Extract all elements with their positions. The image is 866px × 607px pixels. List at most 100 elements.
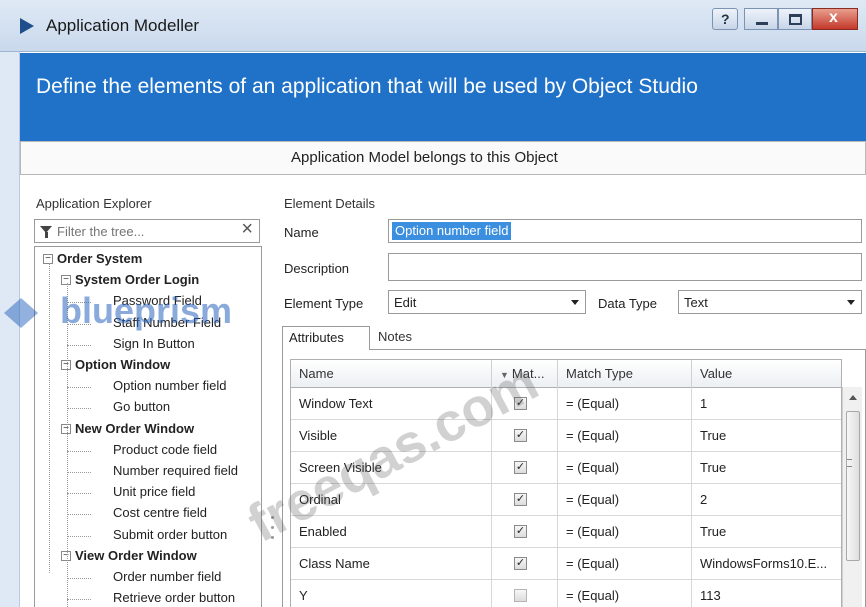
- match-cell: ✓: [491, 420, 557, 452]
- element-type-select[interactable]: Edit: [388, 290, 586, 314]
- tree-node-item[interactable]: Sign In Button: [113, 336, 195, 351]
- tree-node-group[interactable]: View Order Window: [75, 548, 197, 563]
- scroll-grip-icon: [847, 459, 852, 467]
- tree-node-item[interactable]: Option number field: [113, 378, 226, 393]
- collapse-icon[interactable]: −: [43, 254, 53, 264]
- match-checkbox[interactable]: ✓: [514, 525, 527, 538]
- tree-node-item[interactable]: Order number field: [113, 569, 221, 584]
- value-cell[interactable]: True: [691, 452, 841, 484]
- scroll-up-icon[interactable]: [849, 395, 857, 400]
- attribute-name-cell: Y: [299, 588, 308, 603]
- match-checkbox[interactable]: ✓: [514, 557, 527, 570]
- scroll-thumb[interactable]: [846, 411, 860, 561]
- filter-icon-stem: [45, 232, 48, 238]
- minimize-icon: [756, 22, 768, 25]
- data-type-select[interactable]: Text: [678, 290, 862, 314]
- name-field[interactable]: Option number field: [388, 219, 862, 243]
- data-type-value: Text: [684, 295, 708, 310]
- name-field-selected-text: Option number field: [392, 222, 512, 240]
- match-checkbox[interactable]: ✓: [514, 429, 527, 442]
- tree-node-item[interactable]: Number required field: [113, 463, 238, 478]
- value-cell[interactable]: 1: [691, 388, 841, 420]
- description-field[interactable]: [388, 253, 862, 281]
- collapse-icon[interactable]: −: [61, 550, 71, 561]
- window-controls: ? x: [712, 8, 858, 30]
- collapse-icon[interactable]: −: [61, 423, 71, 434]
- collapse-icon[interactable]: −: [61, 360, 71, 370]
- match-checkbox[interactable]: ✓: [514, 397, 527, 410]
- attribute-name-cell: Class Name: [299, 556, 370, 571]
- match-type-cell[interactable]: = (Equal): [557, 580, 691, 607]
- model-owner-text: Application Model belongs to this Object: [291, 149, 558, 166]
- value-cell[interactable]: WindowsForms10.E...: [691, 548, 841, 580]
- close-icon: x: [829, 9, 838, 26]
- tree-node-group[interactable]: Option Window: [75, 357, 170, 372]
- close-button[interactable]: x: [812, 8, 858, 30]
- panel-splitter[interactable]: [270, 246, 275, 607]
- tree-filter-box[interactable]: ×: [34, 218, 260, 243]
- match-type-cell[interactable]: = (Equal): [557, 388, 691, 420]
- app-logo-icon: [20, 18, 34, 34]
- match-type-cell[interactable]: = (Equal): [557, 452, 691, 484]
- table-row[interactable]: Visible ✓ = (Equal) True: [291, 420, 841, 452]
- help-button[interactable]: ?: [712, 8, 738, 30]
- tree-node-item[interactable]: Retrieve order button: [113, 590, 235, 605]
- tree-node-group[interactable]: Order System: [57, 251, 142, 266]
- tree-node-item[interactable]: Product code field: [113, 442, 217, 457]
- attribute-name-cell: Ordinal: [299, 492, 341, 507]
- maximize-button[interactable]: [778, 8, 812, 30]
- description-label: Description: [284, 261, 350, 276]
- table-row[interactable]: Class Name ✓ = (Equal) WindowsForms10.E...: [291, 548, 841, 580]
- match-type-cell[interactable]: = (Equal): [557, 516, 691, 548]
- table-row[interactable]: Window Text ✓ = (Equal) 1: [291, 388, 841, 420]
- name-label: Name: [284, 225, 319, 240]
- value-cell[interactable]: 113: [691, 580, 841, 607]
- match-type-cell[interactable]: = (Equal): [557, 420, 691, 452]
- banner-text: Define the elements of an application th…: [36, 75, 698, 98]
- minimize-button[interactable]: [744, 8, 778, 30]
- tab-notes[interactable]: Notes: [372, 326, 418, 350]
- window-title: Application Modeller: [46, 16, 200, 35]
- value-cell[interactable]: 2: [691, 484, 841, 516]
- column-header-match-type[interactable]: Match Type: [557, 360, 691, 388]
- table-row[interactable]: Enabled ✓ = (Equal) True: [291, 516, 841, 548]
- tree-node-item[interactable]: Submit order button: [113, 527, 227, 542]
- tree-node-group[interactable]: System Order Login: [75, 272, 199, 287]
- table-row[interactable]: Y ✓ = (Equal)113: [291, 580, 841, 607]
- match-checkbox[interactable]: ✓: [514, 589, 527, 602]
- tree-connector: [67, 578, 91, 579]
- collapse-icon[interactable]: −: [61, 275, 71, 286]
- tab-attributes[interactable]: Attributes: [282, 326, 370, 350]
- tree-connector: [67, 387, 91, 389]
- tree-node-item[interactable]: Go button: [113, 399, 170, 414]
- data-type-label: Data Type: [598, 296, 658, 311]
- column-header-match[interactable]: ▼ Mat...: [491, 360, 557, 388]
- tree-connector: [67, 344, 91, 346]
- column-header-value[interactable]: Value: [691, 360, 841, 388]
- attribute-name-cell: Enabled: [299, 524, 347, 539]
- help-icon: ?: [721, 11, 730, 27]
- value-cell[interactable]: True: [691, 516, 841, 548]
- tree-connector: [67, 472, 91, 473]
- match-checkbox[interactable]: ✓: [514, 461, 527, 474]
- value-cell[interactable]: True: [691, 420, 841, 452]
- clear-filter-icon[interactable]: ×: [241, 218, 253, 241]
- tree-connector: [67, 450, 91, 452]
- column-header-name[interactable]: Name: [291, 360, 491, 388]
- match-cell: ✓: [491, 484, 557, 516]
- tree-connector: [49, 263, 50, 573]
- tree-node-item[interactable]: Unit price field: [113, 484, 195, 499]
- tree-connector: [67, 535, 91, 537]
- match-cell: ✓: [491, 580, 557, 607]
- match-type-cell[interactable]: = (Equal): [557, 548, 691, 580]
- table-row[interactable]: Screen Visible ✓ = (Equal) True: [291, 452, 841, 484]
- match-type-cell[interactable]: = (Equal): [557, 484, 691, 516]
- match-checkbox[interactable]: ✓: [514, 493, 527, 506]
- tree-filter-input[interactable]: [57, 223, 217, 239]
- tree-node-group[interactable]: New Order Window: [75, 421, 194, 436]
- match-cell: ✓: [491, 516, 557, 548]
- grid-scrollbar[interactable]: [842, 387, 862, 607]
- title-bar: Application Modeller ? x: [0, 0, 866, 52]
- tree-node-item[interactable]: Cost centre field: [113, 505, 207, 520]
- table-row[interactable]: Ordinal ✓ = (Equal) 2: [291, 484, 841, 516]
